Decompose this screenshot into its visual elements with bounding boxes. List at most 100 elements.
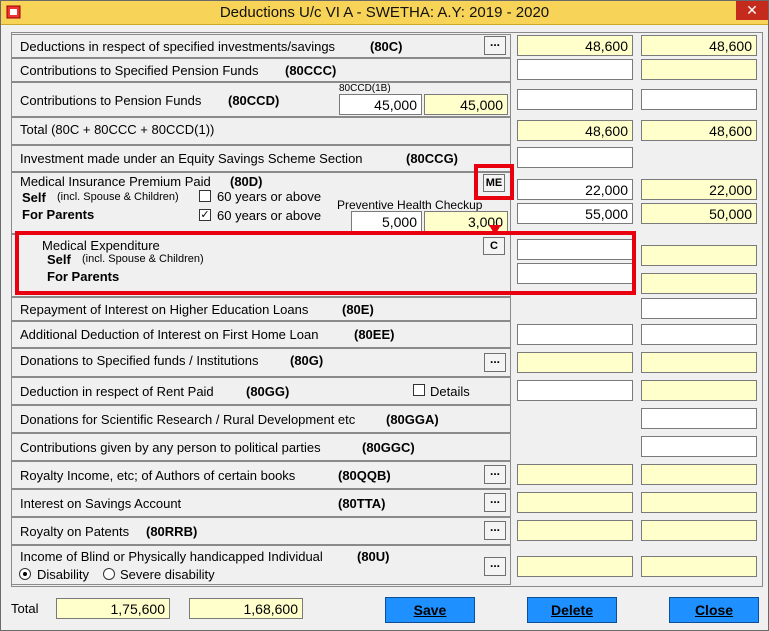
80d-phc-label: Preventive Health Checkup — [337, 198, 483, 212]
80gga-allowed-field[interactable] — [641, 408, 757, 429]
80e-allowed-field[interactable] — [641, 298, 757, 319]
80ggc-allowed-field[interactable] — [641, 436, 757, 457]
window-title: Deductions U/c VI A - SWETHA: A.Y: 2019 … — [219, 4, 550, 21]
80qqb-details-button[interactable]: ... — [484, 465, 506, 484]
80d-parents-senior-label: 60 years or above — [217, 208, 322, 223]
80d-phc-claimed-field[interactable]: 5,000 — [351, 211, 422, 232]
80c-details-button[interactable]: ... — [484, 36, 506, 55]
total-80c-claimed-field: 48,600 — [517, 120, 633, 141]
80d-self-senior-label: 60 years or above — [217, 189, 322, 204]
row-80ccc-section: (80CCC) — [285, 63, 337, 78]
80tta-claimed-field[interactable] — [517, 492, 633, 513]
row-80d-section: (80D) — [230, 174, 263, 189]
80rrb-allowed-field[interactable] — [641, 520, 757, 541]
80gg-details-label: Details — [430, 384, 470, 399]
row-80gga-label: Donations for Scientific Research / Rura… — [20, 412, 356, 427]
80ee-allowed-field[interactable] — [641, 324, 757, 345]
row-80rrb: Royalty on Patents (80RRB) — [11, 517, 511, 545]
row-80ggc-label: Contributions given by any person to pol… — [20, 440, 321, 455]
80d-self-label: Self — [22, 190, 46, 205]
row-80ccc-label: Contributions to Specified Pension Funds — [20, 63, 259, 78]
row-80ggc: Contributions given by any person to pol… — [11, 433, 511, 461]
80g-allowed-field[interactable] — [641, 352, 757, 373]
80u-severe-radio[interactable] — [103, 568, 115, 580]
title-bar: Deductions U/c VI A - SWETHA: A.Y: 2019 … — [1, 1, 768, 25]
row-80ccg-label: Investment made under an Equity Savings … — [20, 151, 363, 166]
row-80g-section: (80G) — [290, 353, 324, 368]
80u-allowed-field[interactable] — [641, 556, 757, 577]
total-80c-label: Total (80C + 80CCC + 80CCD(1)) — [20, 122, 215, 137]
grand-total-claimed: 1,75,600 — [56, 598, 170, 619]
80gg-details-checkbox[interactable] — [413, 384, 425, 396]
80tta-details-button[interactable]: ... — [484, 493, 506, 512]
row-80qqb-section: (80QQB) — [338, 468, 391, 483]
row-80ccg-section: (80CCG) — [406, 151, 459, 166]
row-80e-section: (80E) — [342, 302, 374, 317]
80u-details-button[interactable]: ... — [484, 557, 506, 576]
80ccd-1b-label: 80CCD(1B) — [339, 83, 391, 94]
row-80u-section: (80U) — [357, 549, 390, 564]
row-80tta: Interest on Savings Account (80TTA) — [11, 489, 511, 517]
close-button[interactable]: Close — [669, 597, 759, 623]
80ccg-claimed-field[interactable] — [517, 147, 633, 168]
row-80ee: Additional Deduction of Interest on Firs… — [11, 321, 511, 348]
80u-severe-label: Severe disability — [120, 567, 215, 582]
80d-self-senior-checkbox[interactable] — [199, 190, 211, 202]
80ccd-1b-allowed-field[interactable]: 45,000 — [424, 94, 508, 115]
80gg-allowed-field[interactable] — [641, 380, 757, 401]
row-80ccd-section: (80CCD) — [228, 93, 280, 108]
80ccd-claimed-field[interactable] — [517, 89, 633, 110]
medexp-self-allowed-field[interactable] — [641, 245, 757, 266]
80g-claimed-field[interactable] — [517, 352, 633, 373]
row-80e-label: Repayment of Interest on Higher Educatio… — [20, 302, 309, 317]
80rrb-claimed-field[interactable] — [517, 520, 633, 541]
me-button-highlight — [474, 164, 514, 200]
total-80c-allowed-field: 48,600 — [641, 120, 757, 141]
row-80qqb: Royalty Income, etc; of Authors of certa… — [11, 461, 511, 489]
80ccc-claimed-field[interactable] — [517, 59, 633, 80]
80d-parents-allowed-field[interactable]: 50,000 — [641, 203, 757, 224]
row-80u: Income of Blind or Physically handicappe… — [11, 545, 511, 585]
80ccd-allowed-field[interactable] — [641, 89, 757, 110]
80u-claimed-field[interactable] — [517, 556, 633, 577]
80c-allowed-field[interactable]: 48,600 — [641, 35, 757, 56]
row-80tta-section: (80TTA) — [338, 496, 386, 511]
row-80rrb-label: Royalty on Patents — [20, 524, 130, 539]
80ee-claimed-field[interactable] — [517, 324, 633, 345]
row-80c-label: Deductions in respect of specified inves… — [20, 39, 336, 54]
row-80e: Repayment of Interest on Higher Educatio… — [11, 297, 511, 321]
row-80gg: Deduction in respect of Rent Paid (80GG)… — [11, 377, 511, 405]
save-button[interactable]: Save — [385, 597, 475, 623]
80u-disability-radio[interactable] — [19, 568, 31, 580]
deductions-window: Deductions U/c VI A - SWETHA: A.Y: 2019 … — [0, 0, 769, 631]
row-80c: Deductions in respect of specified inves… — [11, 34, 511, 58]
80ccc-allowed-field[interactable] — [641, 59, 757, 80]
row-80u-label: Income of Blind or Physically handicappe… — [20, 549, 323, 564]
row-80gg-section: (80GG) — [246, 384, 290, 399]
80d-parents-senior-checkbox[interactable]: ✓ — [199, 209, 211, 221]
window-close-icon[interactable]: ✕ — [736, 1, 768, 20]
medexp-parents-allowed-field[interactable] — [641, 273, 757, 294]
80gg-claimed-field[interactable] — [517, 380, 633, 401]
80c-claimed-field[interactable]: 48,600 — [517, 35, 633, 56]
row-80gg-label: Deduction in respect of Rent Paid — [20, 384, 214, 399]
delete-button[interactable]: Delete — [527, 597, 617, 623]
row-80g: Donations to Specified funds / Instituti… — [11, 348, 511, 377]
80tta-allowed-field[interactable] — [641, 492, 757, 513]
80qqb-allowed-field[interactable] — [641, 464, 757, 485]
80d-self-claimed-field[interactable]: 22,000 — [517, 179, 633, 200]
row-80ccg: Investment made under an Equity Savings … — [11, 145, 511, 172]
80d-parents-label: For Parents — [22, 207, 95, 222]
80ccd-1b-claimed-field[interactable]: 45,000 — [339, 94, 422, 115]
row-80ee-label: Additional Deduction of Interest on Firs… — [20, 327, 319, 342]
80rrb-details-button[interactable]: ... — [484, 521, 506, 540]
80d-self-allowed-field[interactable]: 22,000 — [641, 179, 757, 200]
row-80d-label: Medical Insurance Premium Paid — [20, 174, 211, 189]
80g-details-button[interactable]: ... — [484, 353, 506, 372]
80d-parents-claimed-field[interactable]: 55,000 — [517, 203, 633, 224]
row-total-80c: Total (80C + 80CCC + 80CCD(1)) — [11, 117, 511, 145]
row-80c-section: (80C) — [370, 39, 403, 54]
row-80rrb-section: (80RRB) — [146, 524, 198, 539]
row-80g-label: Donations to Specified funds / Instituti… — [20, 353, 259, 368]
80qqb-claimed-field[interactable] — [517, 464, 633, 485]
